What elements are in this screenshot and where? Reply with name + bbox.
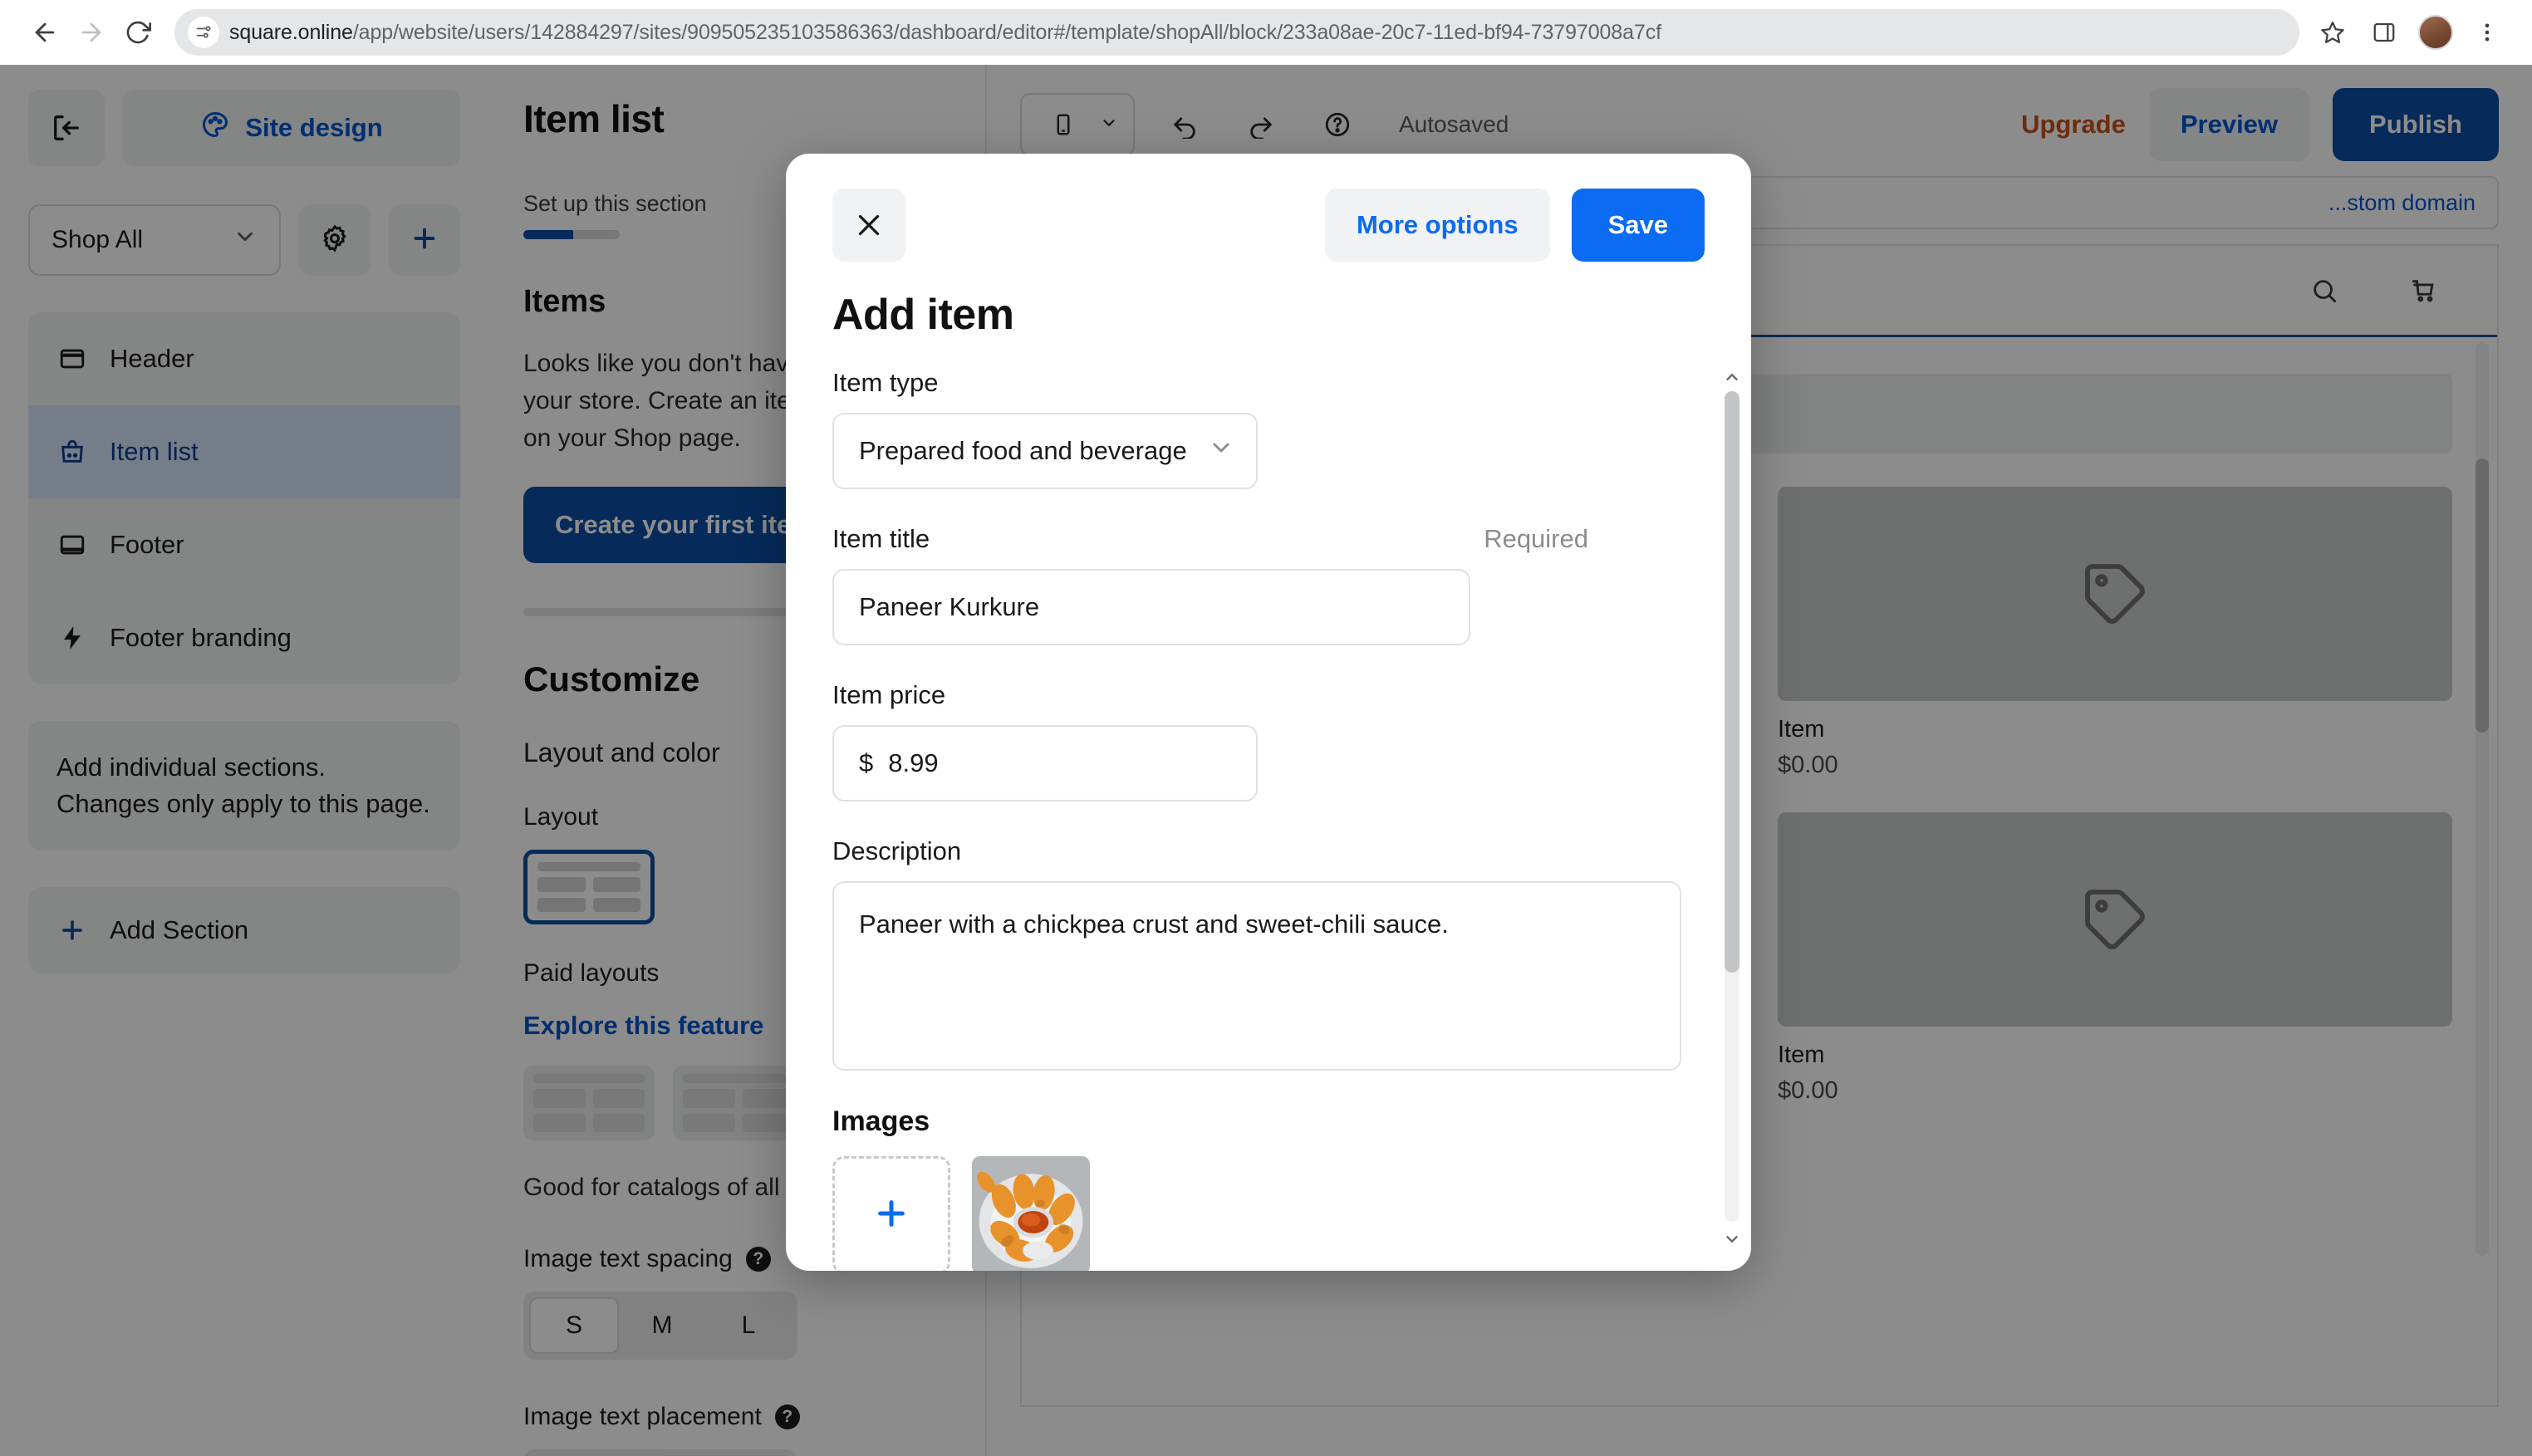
item-title-group: Item title Required Paneer Kurkure xyxy=(832,524,1705,645)
browser-toolbar: square.online/app/website/users/14288429… xyxy=(0,0,2532,65)
item-price-input[interactable]: $ 8.99 xyxy=(832,725,1258,802)
fried-snack-photo xyxy=(972,1156,1090,1271)
scroll-up-arrow-icon[interactable] xyxy=(1723,368,1741,386)
reload-icon[interactable] xyxy=(115,9,161,56)
browser-actions xyxy=(2309,9,2510,56)
more-options-button[interactable]: More options xyxy=(1324,189,1550,262)
item-title-label: Item title xyxy=(832,524,930,553)
add-image-button[interactable] xyxy=(832,1156,950,1271)
back-arrow-icon[interactable] xyxy=(22,9,68,56)
modal-title: Add item xyxy=(832,291,1014,339)
item-title-value: Paneer Kurkure xyxy=(859,592,1040,621)
forward-arrow-icon[interactable] xyxy=(68,9,115,56)
item-title-input[interactable]: Paneer Kurkure xyxy=(832,569,1470,645)
add-item-modal: More options Save Add item Item type Pre… xyxy=(786,154,1751,1271)
plus-icon xyxy=(872,1194,910,1237)
description-input[interactable]: Paneer with a chickpea crust and sweet-c… xyxy=(832,881,1681,1071)
item-price-group: Item price $ 8.99 xyxy=(832,680,1705,802)
url-text: square.online/app/website/users/14288429… xyxy=(229,21,2283,45)
chevron-down-icon xyxy=(1208,434,1234,468)
description-label: Description xyxy=(832,836,962,865)
avatar[interactable] xyxy=(2412,9,2459,56)
url-path: /app/website/users/142884297/sites/90950… xyxy=(352,20,1661,44)
modal-header: More options Save xyxy=(786,154,1751,263)
item-price-label: Item price xyxy=(832,680,946,709)
address-bar[interactable]: square.online/app/website/users/14288429… xyxy=(174,9,2299,56)
save-button[interactable]: Save xyxy=(1571,189,1705,262)
modal-scrollbar[interactable] xyxy=(1725,368,1740,1248)
avatar-circle xyxy=(2418,15,2453,50)
item-type-select[interactable]: Prepared food and beverage xyxy=(832,413,1258,489)
item-type-value: Prepared food and beverage xyxy=(859,436,1187,465)
close-x-icon[interactable] xyxy=(832,189,905,262)
images-label: Images xyxy=(832,1105,930,1137)
side-panel-icon[interactable] xyxy=(2361,9,2407,56)
item-price-value: 8.99 xyxy=(888,748,939,777)
item-type-label: Item type xyxy=(832,368,939,397)
images-group: Images xyxy=(832,1105,1705,1271)
item-image-thumbnail[interactable] xyxy=(972,1156,1090,1271)
modal-scroll-area: Item type Prepared food and beverage Ite… xyxy=(786,368,1751,1271)
description-group: Description Paneer with a chickpea crust… xyxy=(832,836,1705,1071)
star-icon[interactable] xyxy=(2309,9,2356,56)
scroll-down-arrow-icon[interactable] xyxy=(1723,1230,1741,1248)
item-type-group: Item type Prepared food and beverage xyxy=(832,368,1705,489)
site-settings-icon[interactable] xyxy=(188,17,219,48)
three-dot-menu-icon[interactable] xyxy=(2464,9,2510,56)
item-title-required-badge: Required xyxy=(1484,524,1588,553)
currency-symbol: $ xyxy=(859,748,874,777)
add-item-form: Item type Prepared food and beverage Ite… xyxy=(786,368,1751,1271)
screen-root: square.online/app/website/users/14288429… xyxy=(0,0,2532,1456)
url-host: square.online xyxy=(229,20,353,44)
